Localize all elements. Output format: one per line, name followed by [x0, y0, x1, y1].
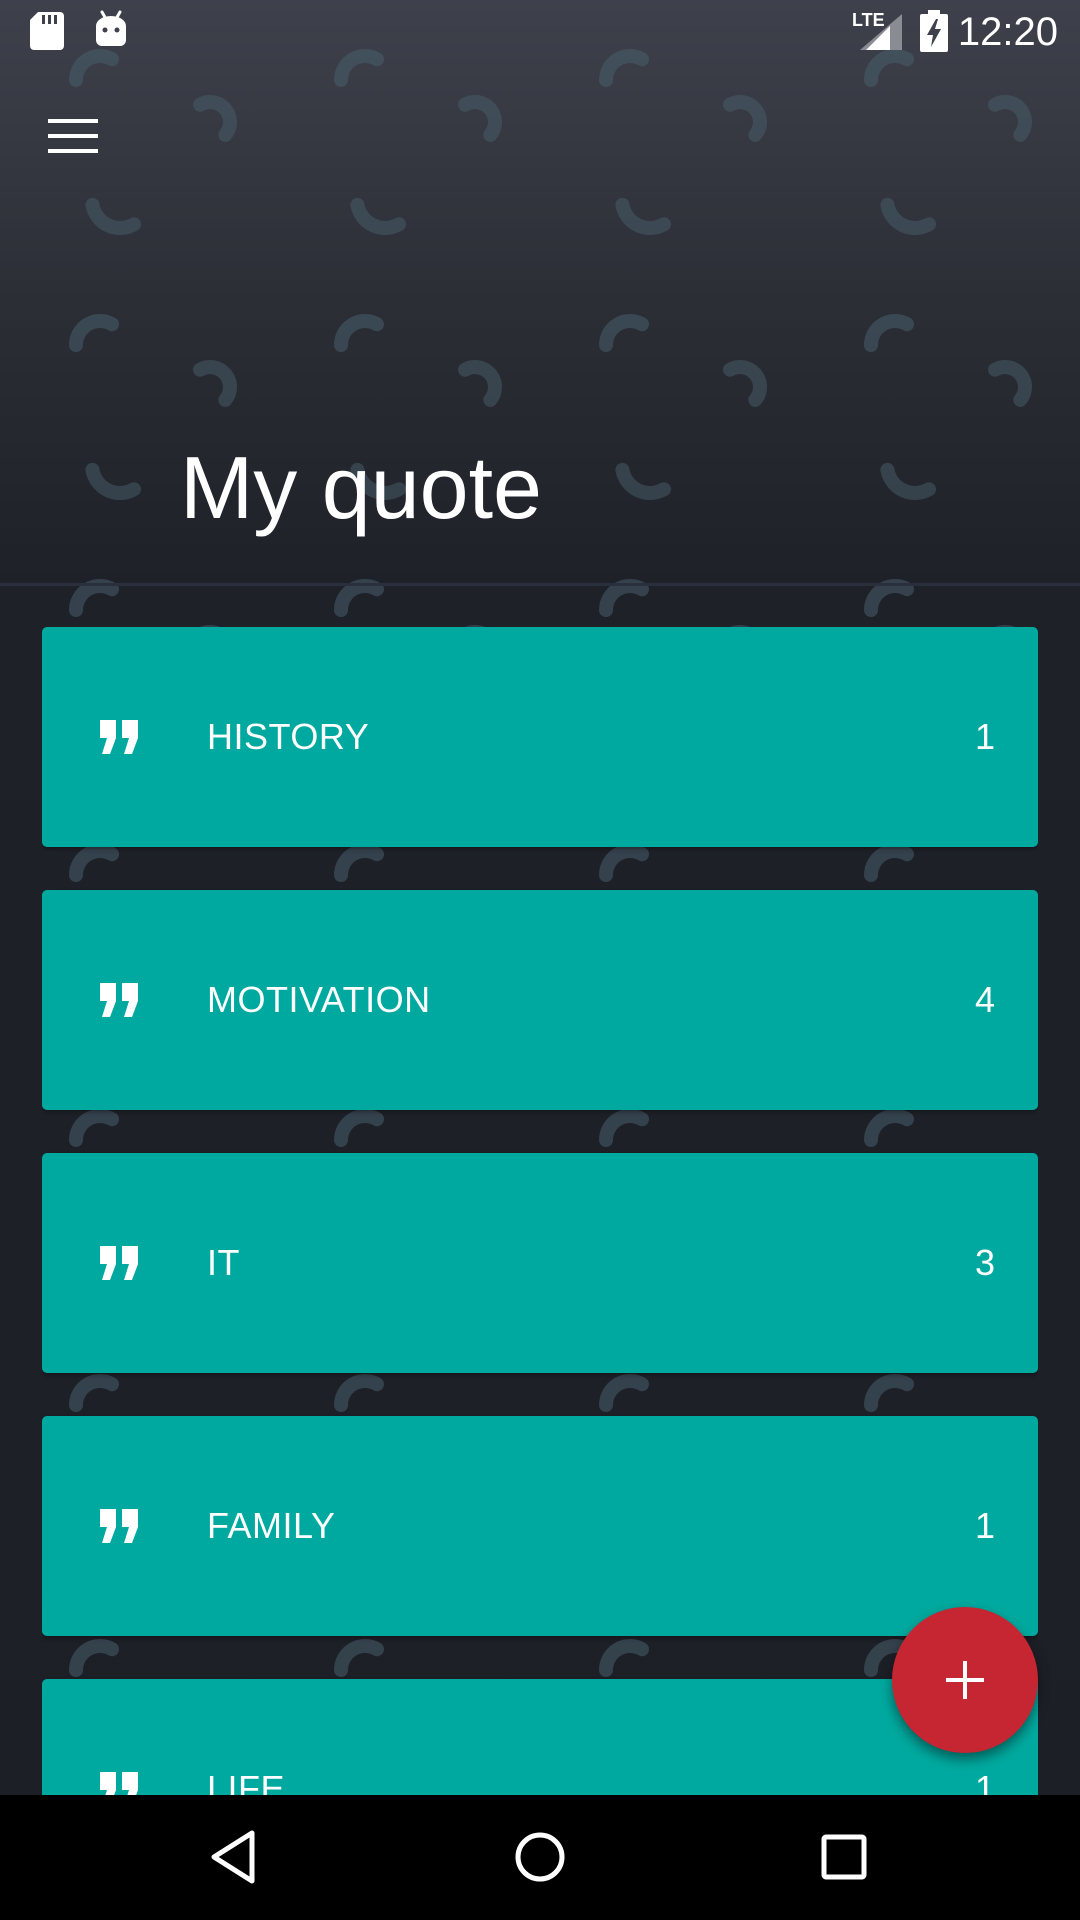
category-count: 1: [974, 1768, 995, 1795]
category-label: LIFE: [207, 1768, 286, 1795]
sd-card-icon: [30, 12, 64, 50]
category-card-motivation[interactable]: MOTIVATION 4: [42, 890, 1038, 1110]
pattern-arc: [599, 579, 649, 617]
pattern-arc: [350, 197, 406, 235]
category-card-family[interactable]: FAMILY 1: [42, 1416, 1038, 1636]
category-count: 1: [974, 1505, 995, 1546]
hamburger-menu-icon: [48, 119, 98, 153]
home-icon: [515, 1832, 565, 1882]
pattern-arc: [599, 314, 649, 352]
battery-charging-icon: [920, 10, 948, 52]
pattern-arc: [723, 360, 767, 407]
quote-icon: [100, 983, 138, 1017]
android-icon: [96, 10, 126, 46]
home-button[interactable]: [500, 1817, 580, 1897]
back-button[interactable]: [196, 1817, 276, 1897]
quote-icon: [100, 720, 138, 754]
pattern-arc: [723, 95, 767, 142]
pattern-arc: [85, 462, 141, 500]
category-count: 4: [974, 979, 995, 1020]
recents-icon: [821, 1834, 867, 1880]
category-list[interactable]: HISTORY 1 MOTIVATION 4 IT 3 FAMILY 1 LIF…: [42, 627, 1038, 1795]
pattern-arc: [615, 197, 671, 235]
category-label: FAMILY: [207, 1505, 336, 1546]
category-card-it[interactable]: IT 3: [42, 1153, 1038, 1373]
page-title: My quote: [180, 438, 542, 537]
pattern-arc: [193, 95, 237, 142]
pattern-arc: [458, 95, 502, 142]
pattern-arc: [458, 360, 502, 407]
category-card-life[interactable]: LIFE 1: [42, 1679, 1038, 1795]
pattern-arc: [69, 314, 119, 352]
category-card-history[interactable]: HISTORY 1: [42, 627, 1038, 847]
plus-icon: [946, 1661, 984, 1699]
add-quote-fab[interactable]: [892, 1607, 1038, 1753]
status-time: 12:20: [957, 10, 1058, 54]
pattern-arc: [193, 360, 237, 407]
navigation-bar: [0, 1795, 1080, 1920]
menu-button[interactable]: [38, 105, 108, 167]
pattern-arc: [334, 314, 384, 352]
category-label: IT: [207, 1242, 240, 1283]
pattern-arc: [334, 579, 384, 617]
quote-icon: [100, 1509, 138, 1543]
pattern-arc: [880, 462, 936, 500]
category-count: 1: [974, 716, 995, 757]
pattern-arc: [988, 360, 1032, 407]
pattern-arc: [864, 314, 914, 352]
pattern-arc: [880, 197, 936, 235]
pattern-arc: [864, 579, 914, 617]
pattern-arc: [988, 95, 1032, 142]
pattern-arc: [69, 579, 119, 617]
recents-button[interactable]: [804, 1817, 884, 1897]
category-count: 3: [974, 1242, 995, 1283]
header-divider: [0, 583, 1080, 586]
lte-signal-icon: [860, 14, 902, 50]
status-bar: LTE 12:20: [0, 0, 1080, 63]
pattern-arc: [615, 462, 671, 500]
category-label: HISTORY: [207, 716, 370, 757]
back-icon: [211, 1830, 255, 1884]
quote-icon: [100, 1246, 138, 1280]
pattern-arc: [85, 197, 141, 235]
app-screen: LTE 12:20 My quote HISTORY 1 MOTIVATION …: [0, 0, 1080, 1920]
category-label: MOTIVATION: [207, 979, 431, 1020]
quote-icon: [100, 1772, 138, 1795]
